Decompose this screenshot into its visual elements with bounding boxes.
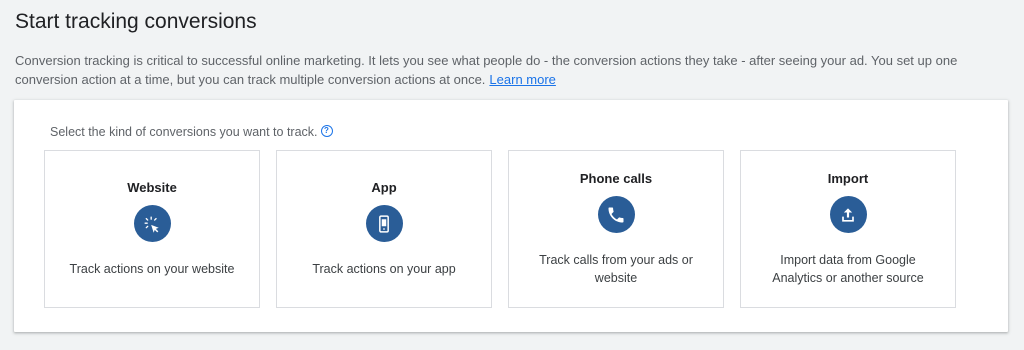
website-card[interactable]: Website Track actions on your website xyxy=(44,150,260,308)
prompt-label: Select the kind of conversions you want … xyxy=(50,125,318,139)
help-icon[interactable]: ? xyxy=(320,124,333,137)
learn-more-link[interactable]: Learn more xyxy=(489,72,555,87)
app-card[interactable]: App Track actions on your app xyxy=(276,150,492,308)
import-card[interactable]: Import Import data from Google Analytics… xyxy=(740,150,956,308)
card-description: Track calls from your ads or website xyxy=(539,253,693,285)
card-description: Import data from Google Analytics or ano… xyxy=(772,253,924,285)
phone-calls-card[interactable]: Phone calls Track calls from your ads or… xyxy=(508,150,724,308)
conversion-type-panel: Select the kind of conversions you want … xyxy=(14,100,1008,332)
card-title: Import xyxy=(827,171,869,186)
card-description: Track actions on your website xyxy=(69,262,235,276)
conversion-type-prompt: Select the kind of conversions you want … xyxy=(50,124,333,139)
card-description: Track actions on your app xyxy=(312,262,456,276)
upload-icon xyxy=(829,196,867,233)
card-title: Website xyxy=(127,180,177,195)
card-title: App xyxy=(371,180,397,195)
conversion-type-cards: Website Track actions on your website Ap… xyxy=(44,150,956,308)
mobile-phone-icon xyxy=(365,205,403,242)
intro-text: Conversion tracking is critical to succe… xyxy=(15,51,1000,89)
phone-handset-icon xyxy=(597,196,635,233)
intro-body: Conversion tracking is critical to succe… xyxy=(15,53,958,87)
card-title: Phone calls xyxy=(579,171,653,186)
page-title: Start tracking conversions xyxy=(15,10,257,33)
cursor-click-icon xyxy=(133,205,171,242)
